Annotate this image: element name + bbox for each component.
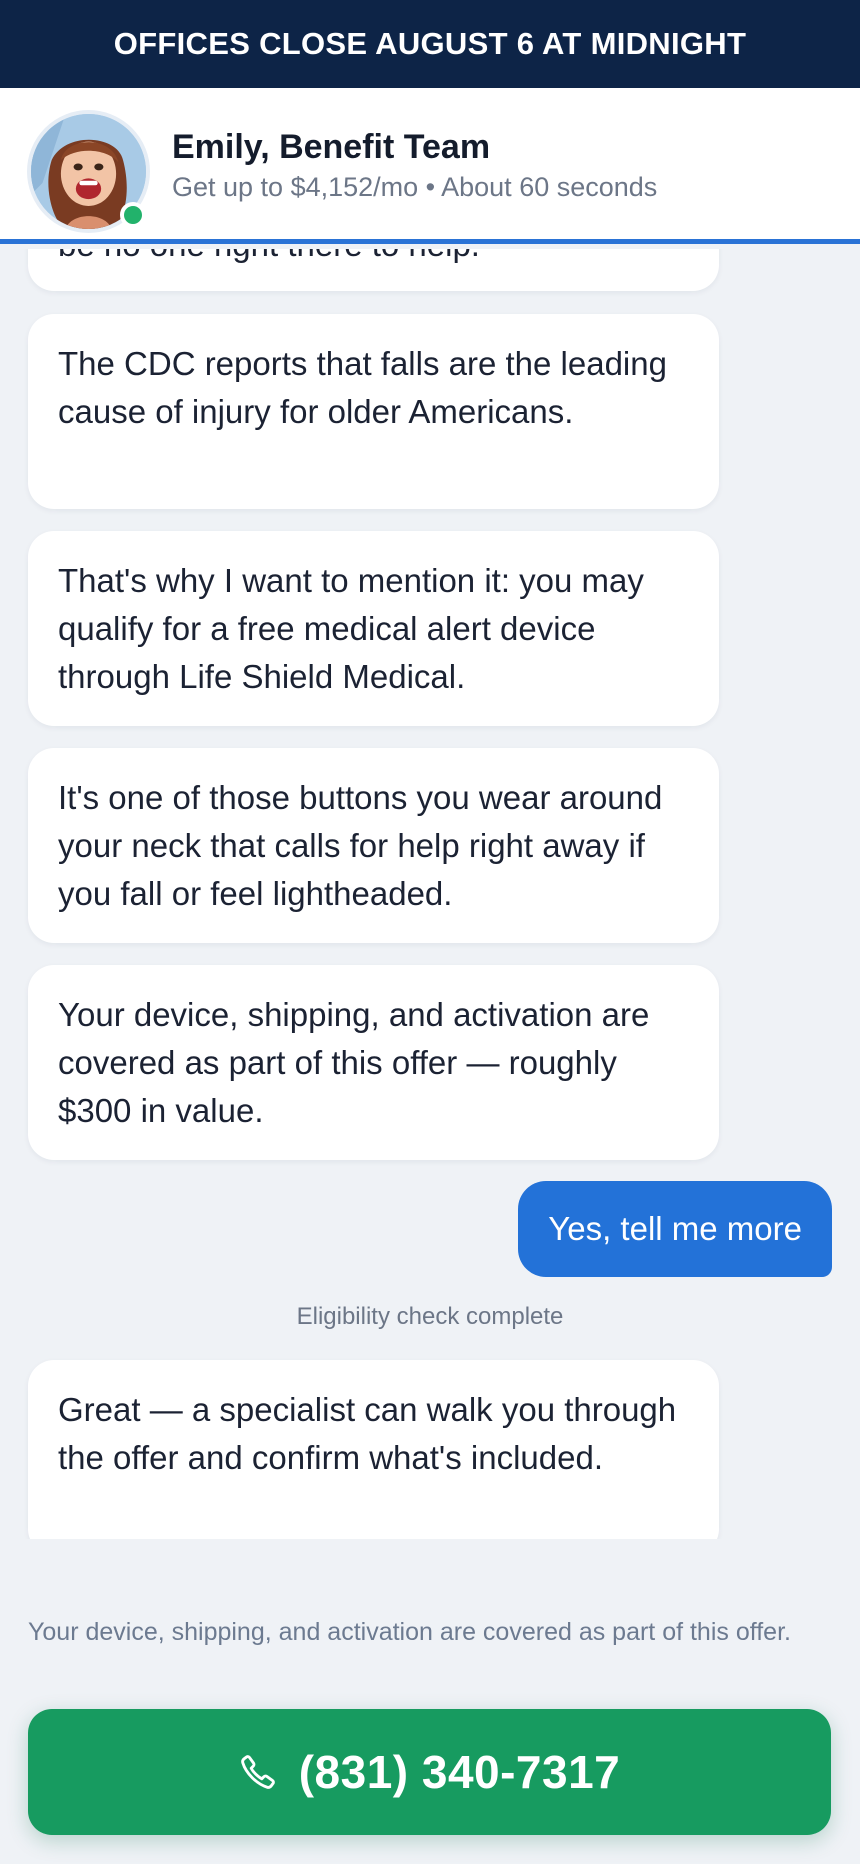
agent-message: That's why I want to mention it: you may… [28,531,719,726]
offer-disclaimer: Your device, shipping, and activation ar… [28,1618,791,1646]
agent-message-partial: be no one right there to help. [28,249,719,291]
agent-header: Emily, Benefit Team Get up to $4,152/mo … [0,88,860,244]
agent-message-final: Great — a specialist can walk you throug… [28,1360,719,1539]
agent-message: The CDC reports that falls are the leadi… [28,314,719,509]
agent-message: Your device, shipping, and activation ar… [28,965,719,1160]
user-reply-text: Yes, tell me more [548,1210,802,1247]
chat-page: OFFICES CLOSE AUGUST 6 AT MIDNIGHT Emily… [0,0,860,1864]
eligibility-status: Eligibility check complete [296,1303,564,1330]
message-text: Your device, shipping, and activation ar… [58,996,650,1129]
message-text: Great — a specialist can walk you throug… [58,1391,677,1476]
message-text: It's one of those buttons you wear aroun… [58,779,663,912]
message-text: be no one right there to help. [58,249,480,269]
phone-icon [240,1755,275,1789]
deadline-banner: OFFICES CLOSE AUGUST 6 AT MIDNIGHT [0,0,860,88]
phone-number: (831) 340-7317 [298,1746,621,1798]
call-now-button[interactable]: (831) 340-7317 [28,1709,831,1835]
user-reply-bubble: Yes, tell me more [518,1181,832,1277]
banner-text: OFFICES CLOSE AUGUST 6 AT MIDNIGHT [113,26,747,61]
agent-name: Emily, Benefit Team [172,128,491,166]
agent-subtitle: Get up to $4,152/mo • About 60 seconds [172,172,658,202]
message-text: That's why I want to mention it: you may… [58,562,644,695]
online-status-dot [120,202,146,228]
message-text: The CDC reports that falls are the leadi… [58,345,667,430]
chat-thread[interactable]: be no one right there to help. The CDC r… [0,249,860,1539]
agent-message: It's one of those buttons you wear aroun… [28,748,719,943]
